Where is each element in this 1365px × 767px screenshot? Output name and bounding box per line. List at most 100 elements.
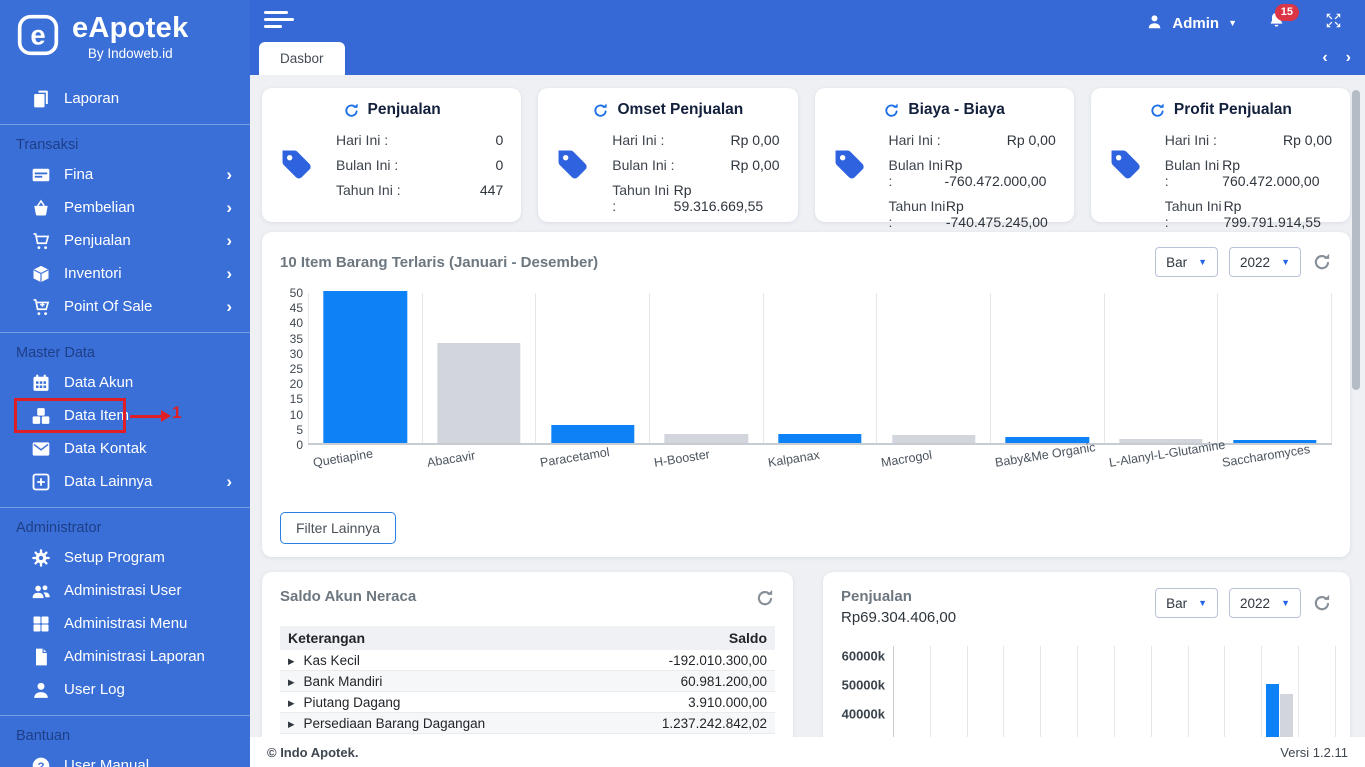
pages-icon (30, 88, 51, 109)
credit-card-icon (30, 164, 51, 185)
refresh-icon[interactable] (343, 102, 360, 119)
sidebar-item-label: User Log (64, 681, 125, 698)
summary-card-title: Profit Penjualan (1173, 101, 1292, 118)
summary-row-label: Tahun Ini : (336, 181, 401, 198)
sidebar-item-data-akun[interactable]: Data Akun (0, 366, 250, 399)
sidebar-nav: Laporan Transaksi Fina › Pembelian › Penjualan… (0, 82, 250, 767)
bar-abacavir[interactable] (437, 342, 521, 443)
menu-toggle-icon[interactable] (264, 11, 294, 33)
bar-quetiapine[interactable] (323, 291, 408, 443)
summary-row-value: 0 (495, 156, 504, 173)
footer-version: Versi 1.2.11 (1280, 744, 1348, 760)
tab-scroll-prev[interactable]: ‹ (1322, 50, 1327, 66)
sidebar-item-label: Data Item (64, 407, 130, 424)
summary-cards-row: Penjualan Hari Ini : 0 Bulan Ini : 0 Tahun In… (262, 88, 1350, 230)
bar-column-paracetamol: Paracetamol (536, 293, 651, 470)
sidebar-item-pembelian[interactable]: Pembelian › (0, 191, 250, 224)
user-menu[interactable]: Admin ▼ (1146, 13, 1237, 34)
sidebar-item-point-of-sale[interactable]: Point Of Sale › (0, 290, 250, 323)
saldo-col-keterangan: Keterangan (280, 626, 596, 650)
bar-column-abacavir: Abacavir (423, 293, 537, 470)
saldo-row-kas-kecil[interactable]: ▶ Kas Kecil -192.010.300,00 (280, 650, 775, 671)
y-tick-label: 40 (289, 316, 303, 331)
notifications-button[interactable]: 15 (1267, 4, 1299, 35)
refresh-icon[interactable] (755, 588, 775, 608)
bar-column-kalpanax: Kalpanax (764, 293, 878, 470)
sidebar-item-setup-program[interactable]: Setup Program (0, 541, 250, 574)
sidebar-item-data-kontak[interactable]: Data Kontak (0, 432, 250, 465)
row-expand-icon[interactable]: ▶ (288, 677, 295, 687)
x-category-label: Kalpanax (766, 447, 821, 470)
chart-year-select[interactable]: 2022 ▼ (1229, 247, 1301, 277)
summary-row: Bulan Ini : Rp 760.472.000,00 (1165, 152, 1332, 193)
cart-icon (30, 230, 51, 251)
summary-row-label: Hari Ini : (336, 131, 389, 148)
sidebar-item-label: User Manual (64, 757, 150, 767)
app-logo[interactable]: e eApotek By Indoweb.id (0, 0, 250, 66)
app-byline: By Indoweb.id (87, 45, 173, 61)
summary-row-value: Rp 0,00 (730, 131, 780, 148)
saldo-row-piutang-dagang[interactable]: ▶ Piutang Dagang 3.910.000,00 (280, 691, 775, 713)
bar-kalpanax[interactable] (778, 433, 862, 443)
tab-scroll-next[interactable]: › (1346, 50, 1351, 66)
tab-dasbor[interactable]: Dasbor (259, 42, 345, 75)
sales-year-select[interactable]: 2022 ▼ (1229, 588, 1301, 618)
sidebar-item-administrasi-menu[interactable]: Administrasi Menu (0, 607, 250, 640)
summary-row-label: Bulan Ini : (888, 156, 943, 189)
refresh-icon[interactable] (1312, 593, 1332, 613)
summary-card-omset-penjualan: Omset Penjualan Hari Ini : Rp 0,00 Bulan In… (538, 88, 798, 222)
summary-row: Bulan Ini : 0 (336, 152, 503, 177)
y-tick-label: 25 (289, 362, 303, 376)
summary-row: Tahun Ini : 447 (336, 177, 503, 202)
summary-row-label: Bulan Ini : (1164, 156, 1220, 189)
bar-macrogol[interactable] (892, 435, 976, 443)
sidebar-divider (0, 507, 250, 508)
refresh-icon[interactable] (592, 102, 609, 119)
sidebar-divider (0, 715, 250, 716)
user-icon (30, 679, 51, 700)
summary-row-label: Tahun Ini : (1164, 197, 1222, 230)
summary-card-title: Penjualan (367, 101, 441, 118)
sidebar-item-administrasi-laporan[interactable]: Administrasi Laporan (0, 640, 250, 673)
plus-square-icon (30, 471, 51, 492)
y-tick-label: 0 (296, 438, 303, 452)
row-expand-icon[interactable]: ▶ (288, 698, 295, 708)
saldo-account-name: Piutang Dagang (303, 694, 401, 710)
sidebar-item-inventori[interactable]: Inventori › (0, 257, 250, 290)
saldo-row-bank-mandiri[interactable]: ▶ Bank Mandiri 60.981.200,00 (280, 670, 775, 692)
caret-down-icon: ▼ (1281, 257, 1290, 267)
sidebar-item-administrasi-user[interactable]: Administrasi User (0, 574, 250, 607)
sidebar-item-label: Pembelian (64, 199, 135, 216)
bar-h-booster[interactable] (664, 433, 749, 443)
sidebar-item-data-lainnya[interactable]: Data Lainnya › (0, 465, 250, 498)
sidebar-divider (0, 332, 250, 333)
bar-column-l-alanyl-l-glutamine: L-Alanyl-L-Glutamine (1105, 293, 1226, 470)
row-expand-icon[interactable]: ▶ (288, 719, 295, 729)
summary-row-value: Rp -760.472.000,00 (944, 156, 1047, 189)
top-items-chart-title: 10 Item Barang Terlaris (Januari - Desem… (280, 253, 599, 271)
sidebar-item-laporan[interactable]: Laporan (0, 82, 250, 115)
sidebar-item-data-item[interactable]: Data Item 1 (0, 398, 250, 433)
user-label: Admin (1172, 14, 1220, 32)
bar-paracetamol[interactable] (550, 424, 635, 443)
footer: © Indo Apotek. Versi 1.2.11 (250, 737, 1365, 767)
chart-type-select[interactable]: Bar ▼ (1155, 247, 1219, 277)
sidebar-item-penjualan[interactable]: Penjualan › (0, 224, 250, 257)
vertical-scrollbar[interactable] (1352, 90, 1360, 390)
top-items-bar-chart: 0 5 10 15 20 25 30 35 40 45 50 Quetiapine Abacavir P… (280, 286, 1333, 470)
filter-lainnya-button[interactable]: Filter Lainnya (280, 512, 397, 544)
refresh-icon[interactable] (1149, 102, 1166, 119)
refresh-icon[interactable] (1312, 252, 1332, 272)
saldo-row-persediaan-barang-dagangan[interactable]: ▶ Persediaan Barang Dagangan 1.237.242.842… (280, 712, 775, 734)
fullscreen-button[interactable] (1324, 11, 1343, 35)
sidebar-item-fina[interactable]: Fina › (0, 158, 250, 191)
summary-row-label: Hari Ini : (888, 131, 941, 148)
sidebar-item-user-log[interactable]: User Log (0, 673, 250, 706)
chevron-right-icon: › (226, 165, 232, 184)
row-expand-icon[interactable]: ▶ (288, 656, 295, 666)
x-category-label: Macrogol (880, 447, 934, 470)
refresh-icon[interactable] (883, 102, 900, 119)
sales-type-select[interactable]: Bar ▼ (1155, 588, 1219, 618)
sidebar-item-user-manual[interactable]: ? User Manual (0, 749, 250, 767)
sidebar-item-label: Penjualan (64, 232, 131, 249)
